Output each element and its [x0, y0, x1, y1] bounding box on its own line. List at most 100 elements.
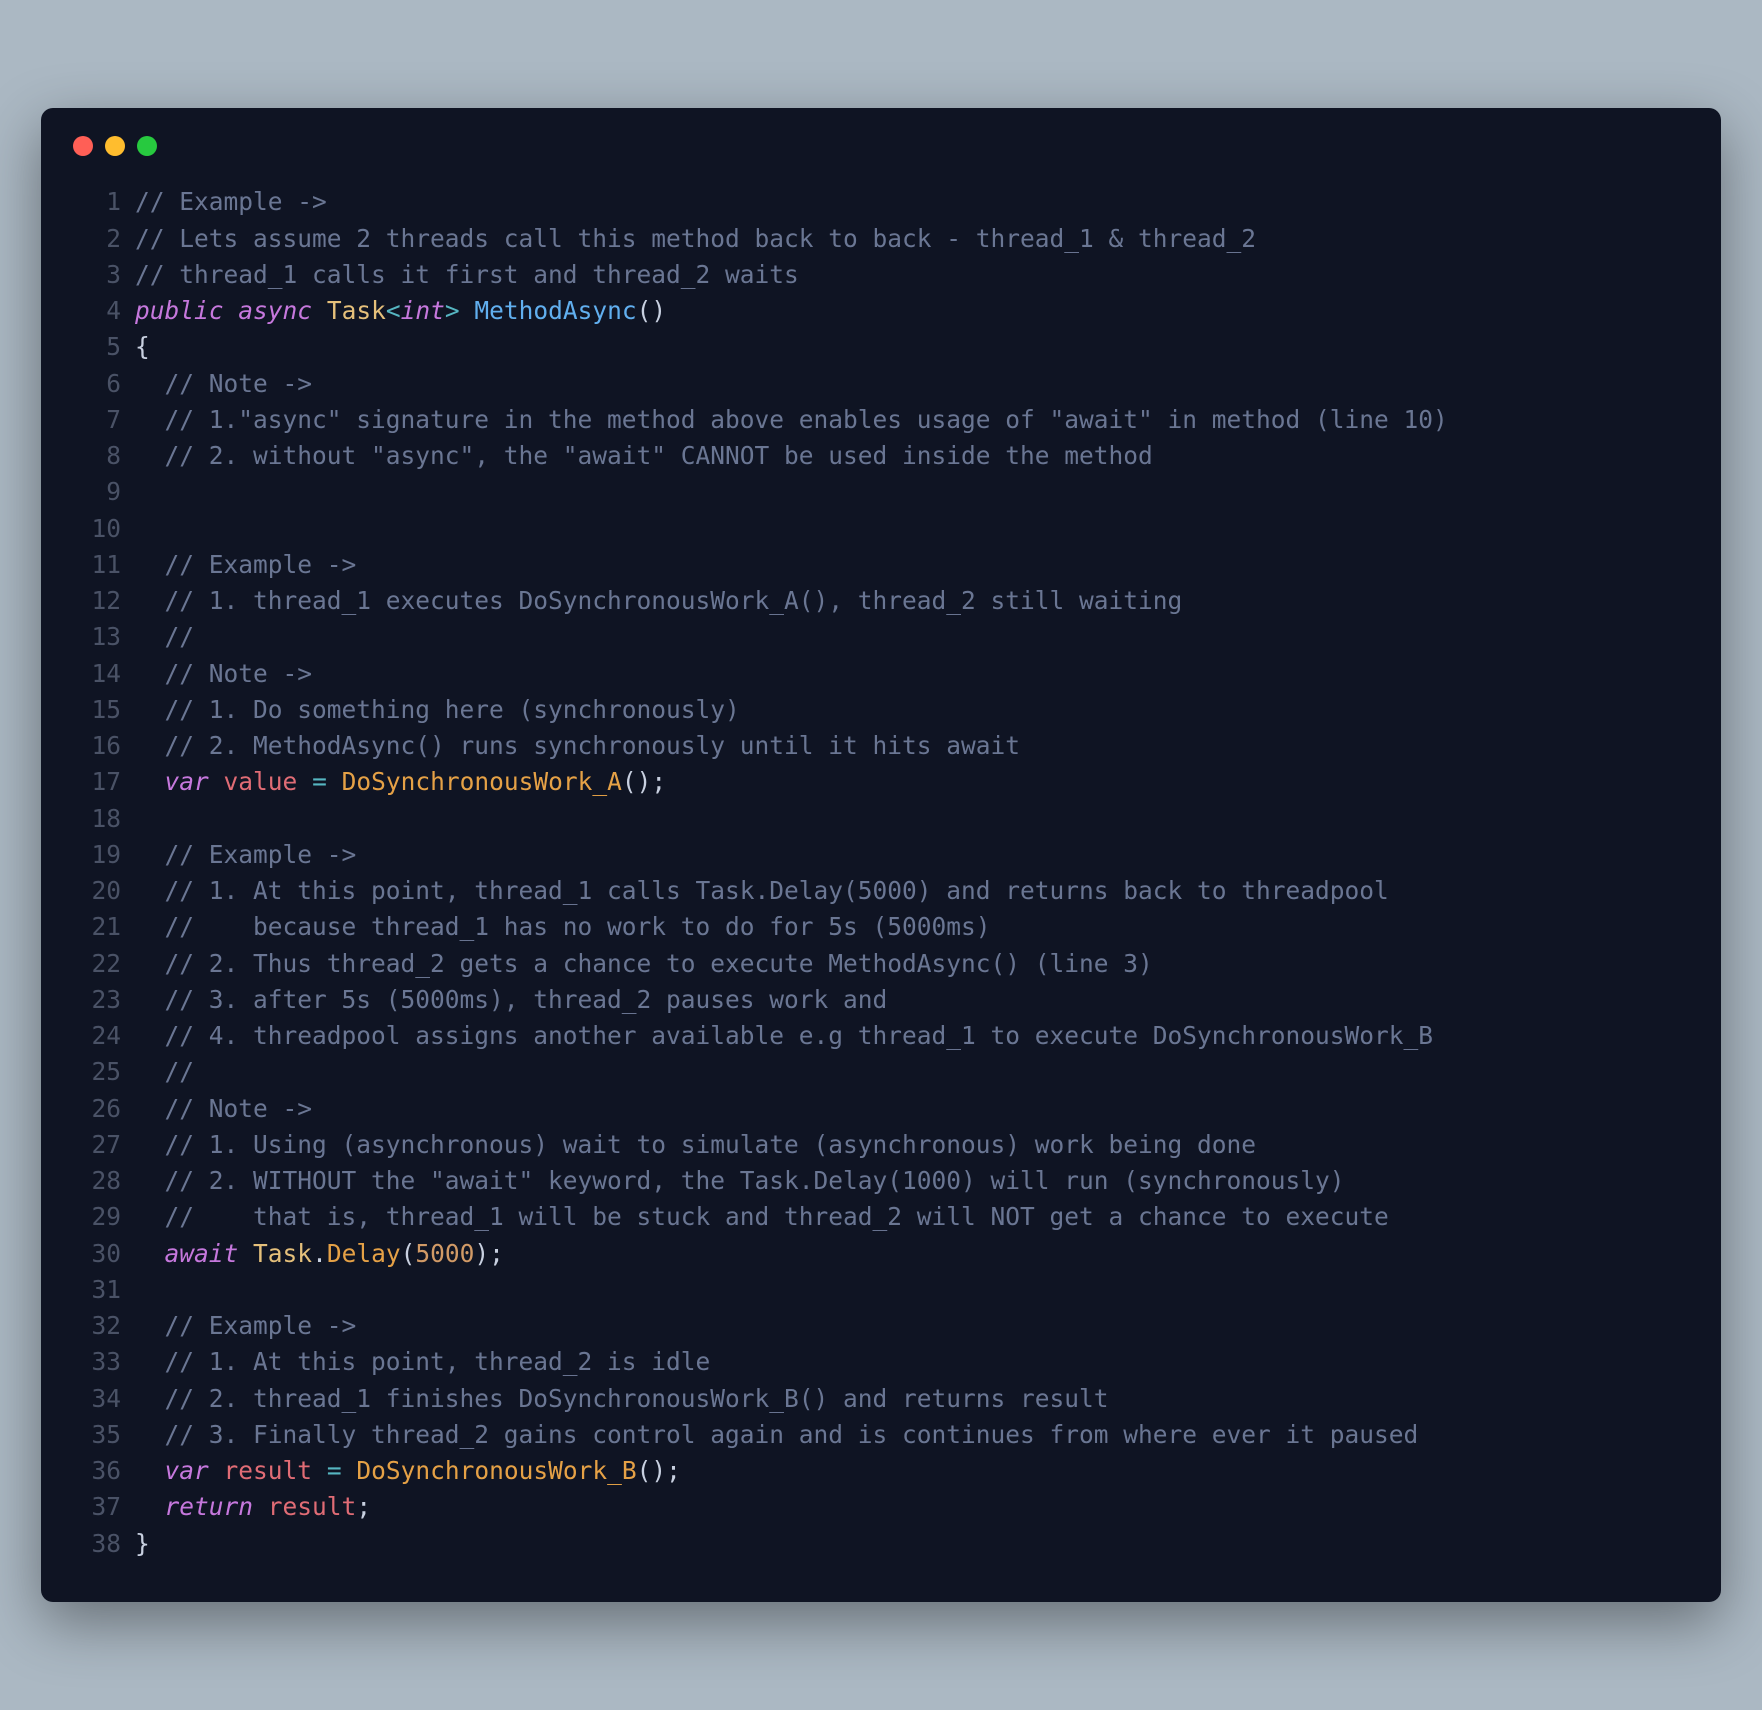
line-number: 18: [73, 801, 121, 837]
code-line: 5{: [73, 329, 1689, 365]
line-content: // 1. At this point, thread_2 is idle: [135, 1344, 1689, 1380]
code-line: 26 // Note ->: [73, 1091, 1689, 1127]
code-line: 30 await Task.Delay(5000);: [73, 1236, 1689, 1272]
code-line: 12 // 1. thread_1 executes DoSynchronous…: [73, 583, 1689, 619]
line-number: 29: [73, 1199, 121, 1235]
line-content: var value = DoSynchronousWork_A();: [135, 764, 1689, 800]
line-number: 19: [73, 837, 121, 873]
line-number: 30: [73, 1236, 121, 1272]
code-line: 35 // 3. Finally thread_2 gains control …: [73, 1417, 1689, 1453]
maximize-icon[interactable]: [137, 136, 157, 156]
code-line: 32 // Example ->: [73, 1308, 1689, 1344]
code-line: 37 return result;: [73, 1489, 1689, 1525]
code-area: 1// Example ->2// Lets assume 2 threads …: [73, 184, 1689, 1562]
line-content: var result = DoSynchronousWork_B();: [135, 1453, 1689, 1489]
line-content: public async Task<int> MethodAsync(): [135, 293, 1689, 329]
code-line: 20 // 1. At this point, thread_1 calls T…: [73, 873, 1689, 909]
line-content: // 1."async" signature in the method abo…: [135, 402, 1689, 438]
line-content: // 2. MethodAsync() runs synchronously u…: [135, 728, 1689, 764]
line-number: 37: [73, 1489, 121, 1525]
line-content: // Example ->: [135, 1308, 1689, 1344]
line-number: 33: [73, 1344, 121, 1380]
code-line: 34 // 2. thread_1 finishes DoSynchronous…: [73, 1381, 1689, 1417]
line-number: 22: [73, 946, 121, 982]
line-number: 10: [73, 511, 121, 547]
code-window: 1// Example ->2// Lets assume 2 threads …: [41, 108, 1721, 1602]
line-number: 12: [73, 583, 121, 619]
line-number: 21: [73, 909, 121, 945]
code-line: 25 //: [73, 1054, 1689, 1090]
close-icon[interactable]: [73, 136, 93, 156]
line-number: 13: [73, 619, 121, 655]
line-number: 35: [73, 1417, 121, 1453]
line-content: // 2. thread_1 finishes DoSynchronousWor…: [135, 1381, 1689, 1417]
code-line: 21 // because thread_1 has no work to do…: [73, 909, 1689, 945]
line-content: // Note ->: [135, 366, 1689, 402]
minimize-icon[interactable]: [105, 136, 125, 156]
line-content: // Note ->: [135, 656, 1689, 692]
line-number: 15: [73, 692, 121, 728]
code-line: 36 var result = DoSynchronousWork_B();: [73, 1453, 1689, 1489]
code-line: 29 // that is, thread_1 will be stuck an…: [73, 1199, 1689, 1235]
line-content: // Example ->: [135, 837, 1689, 873]
line-number: 32: [73, 1308, 121, 1344]
line-content: // thread_1 calls it first and thread_2 …: [135, 257, 1689, 293]
line-content: [135, 1272, 1689, 1308]
line-content: //: [135, 619, 1689, 655]
code-line: 38}: [73, 1526, 1689, 1562]
line-content: // 3. after 5s (5000ms), thread_2 pauses…: [135, 982, 1689, 1018]
line-content: // 2. Thus thread_2 gets a chance to exe…: [135, 946, 1689, 982]
line-content: [135, 474, 1689, 510]
line-number: 14: [73, 656, 121, 692]
code-line: 13 //: [73, 619, 1689, 655]
code-line: 19 // Example ->: [73, 837, 1689, 873]
code-line: 10: [73, 511, 1689, 547]
code-line: 2// Lets assume 2 threads call this meth…: [73, 221, 1689, 257]
line-number: 23: [73, 982, 121, 1018]
line-content: [135, 511, 1689, 547]
line-number: 1: [73, 184, 121, 220]
line-number: 38: [73, 1526, 121, 1562]
code-line: 28 // 2. WITHOUT the "await" keyword, th…: [73, 1163, 1689, 1199]
code-line: 18: [73, 801, 1689, 837]
line-content: {: [135, 329, 1689, 365]
window-traffic-lights: [73, 136, 1689, 156]
line-number: 28: [73, 1163, 121, 1199]
line-content: // 1. At this point, thread_1 calls Task…: [135, 873, 1689, 909]
line-number: 5: [73, 329, 121, 365]
line-number: 25: [73, 1054, 121, 1090]
code-line: 17 var value = DoSynchronousWork_A();: [73, 764, 1689, 800]
line-number: 8: [73, 438, 121, 474]
line-content: // 2. WITHOUT the "await" keyword, the T…: [135, 1163, 1689, 1199]
code-line: 9: [73, 474, 1689, 510]
line-number: 2: [73, 221, 121, 257]
line-number: 26: [73, 1091, 121, 1127]
line-number: 11: [73, 547, 121, 583]
line-number: 31: [73, 1272, 121, 1308]
line-number: 34: [73, 1381, 121, 1417]
line-number: 17: [73, 764, 121, 800]
line-content: // 2. without "async", the "await" CANNO…: [135, 438, 1689, 474]
line-number: 27: [73, 1127, 121, 1163]
line-content: await Task.Delay(5000);: [135, 1236, 1689, 1272]
line-content: // Example ->: [135, 547, 1689, 583]
line-content: // Note ->: [135, 1091, 1689, 1127]
code-line: 27 // 1. Using (asynchronous) wait to si…: [73, 1127, 1689, 1163]
code-line: 8 // 2. without "async", the "await" CAN…: [73, 438, 1689, 474]
code-line: 1// Example ->: [73, 184, 1689, 220]
code-line: 11 // Example ->: [73, 547, 1689, 583]
line-content: // because thread_1 has no work to do fo…: [135, 909, 1689, 945]
line-content: }: [135, 1526, 1689, 1562]
line-content: //: [135, 1054, 1689, 1090]
line-number: 3: [73, 257, 121, 293]
line-content: // 1. Do something here (synchronously): [135, 692, 1689, 728]
code-line: 33 // 1. At this point, thread_2 is idle: [73, 1344, 1689, 1380]
code-line: 14 // Note ->: [73, 656, 1689, 692]
code-line: 16 // 2. MethodAsync() runs synchronousl…: [73, 728, 1689, 764]
line-number: 9: [73, 474, 121, 510]
line-number: 4: [73, 293, 121, 329]
line-number: 16: [73, 728, 121, 764]
code-line: 31: [73, 1272, 1689, 1308]
line-content: // 1. Using (asynchronous) wait to simul…: [135, 1127, 1689, 1163]
line-content: return result;: [135, 1489, 1689, 1525]
